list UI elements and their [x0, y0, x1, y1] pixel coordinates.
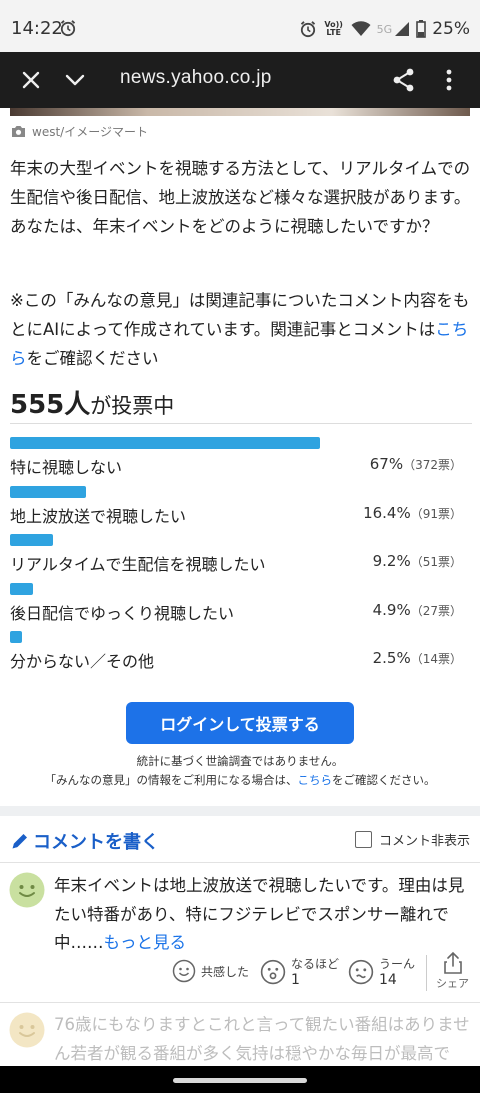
- status-icons: Vo)) LTE 5G 25%: [299, 17, 470, 41]
- article-image: [10, 108, 470, 116]
- more-vertical-icon[interactable]: [435, 66, 463, 94]
- browser-toolbar: news.yahoo.co.jp: [0, 52, 480, 108]
- poll-option-bar: [10, 437, 320, 449]
- poll-option-bar: [10, 486, 86, 498]
- empathy-button[interactable]: 共感した: [172, 959, 249, 983]
- note-text: ※この「みんなの意見」は関連記事についたコメント内容をもとにAIによって作成され…: [10, 291, 470, 339]
- empathy-label: 共感した: [201, 964, 250, 979]
- poll-usage-note: 「みんなの意見」の情報をご利用になる場合は、こちらをご確認ください。: [0, 772, 480, 788]
- alarm-icon: [300, 21, 315, 38]
- pencil-icon: [12, 834, 27, 849]
- insight-count: 1: [291, 972, 300, 988]
- poll-option-percent: 67%: [369, 455, 404, 473]
- smile-icon: [172, 959, 196, 983]
- comment-reactions: 共感した なるほど 1 うーん 14 シェア: [172, 951, 472, 995]
- poll-option-result: 4.9%（27票）: [373, 601, 462, 619]
- cell-signal-icon: [395, 22, 410, 36]
- poll-option[interactable]: 後日配信でゆっくり視聴したい 4.9%（27票）: [10, 583, 472, 627]
- poll-disclaimer: 統計に基づく世論調査ではありません。: [136, 754, 344, 768]
- comment-share-button[interactable]: シェア: [436, 951, 469, 991]
- system-nav-bar: [0, 1066, 480, 1093]
- poll-option-label: 分からない／その他: [10, 652, 155, 671]
- write-comment-button[interactable]: コメントを書く: [10, 828, 159, 854]
- hide-comments-checkbox[interactable]: [354, 831, 372, 848]
- poll-option-label: 後日配信でゆっくり視聴したい: [10, 604, 235, 623]
- poll-option-votes: （14票）: [410, 652, 462, 666]
- poll-option[interactable]: 分からない／その他 2.5%（14票）: [10, 631, 472, 675]
- smiley-avatar-icon: [9, 1012, 45, 1048]
- wifi-icon: [351, 21, 371, 36]
- divider: [10, 423, 472, 424]
- share-label: シェア: [436, 977, 469, 990]
- poll-option-percent: 4.9%: [372, 601, 411, 619]
- status-bar: 14:22 Vo)) LTE 5G 25%: [0, 0, 480, 56]
- comment-text: 76歳にもなりますとこれと言って観たい番組はありませ ん若者が観る番組が多く気持…: [54, 1015, 470, 1063]
- upload-share-icon: [443, 951, 462, 974]
- divider: [0, 862, 480, 863]
- poll-option-label: 地上波放送で視聴したい: [10, 507, 187, 526]
- poll-option[interactable]: 特に視聴しない 67%（372票）: [10, 437, 472, 481]
- article-note: ※この「みんなの意見」は関連記事についたコメント内容をもとにAIによって作成され…: [10, 286, 472, 373]
- vote-count: 555人が投票中: [10, 384, 174, 421]
- usage-note-link[interactable]: こちら: [298, 773, 333, 787]
- volte-indicator: Vo)) LTE: [324, 20, 343, 37]
- article-paragraph: 年末の大型イベントを視聴する方法として、リアルタイムでの生配信や後日配信、地上波…: [10, 159, 471, 236]
- smiley-avatar-icon: [9, 872, 45, 908]
- poll-option-votes: （372票）: [403, 458, 462, 472]
- status-time: 14:22: [11, 18, 63, 39]
- insight-button[interactable]: なるほど 1: [260, 955, 339, 988]
- poll-option-bar: [10, 583, 33, 595]
- usage-note-suffix: をご確認ください。: [332, 773, 436, 787]
- voter-suffix: が投票中: [90, 394, 175, 418]
- poll-option-label: 特に視聴しない: [10, 458, 123, 477]
- hmm-label: うーん: [379, 957, 416, 971]
- login-vote-button[interactable]: ログインして投票する: [126, 702, 354, 744]
- insight-label: なるほど: [291, 957, 340, 971]
- poll-option-result: 16.4%（91票）: [363, 504, 462, 522]
- photo-credit-text: west/イメージマート: [32, 125, 148, 139]
- poll-option-bar: [10, 631, 22, 643]
- poll-option-result: 9.2%（51票）: [373, 552, 462, 570]
- write-comment-label: コメントを書く: [33, 832, 159, 853]
- battery-icon: [416, 20, 427, 38]
- share-icon[interactable]: [390, 66, 418, 94]
- note-text-suffix: をご確認ください: [26, 349, 159, 368]
- divider: [0, 1002, 480, 1003]
- hmm-button[interactable]: うーん 14: [348, 955, 415, 988]
- network-5g-label: 5G: [376, 22, 393, 36]
- photo-credit: west/イメージマート: [11, 123, 148, 140]
- poll-option[interactable]: 地上波放送で視聴したい 16.4%（91票）: [10, 486, 472, 530]
- hide-comments-toggle[interactable]: コメント非表示: [354, 830, 470, 849]
- battery-percent: 25%: [432, 19, 470, 39]
- chevron-down-icon[interactable]: [61, 66, 89, 94]
- close-icon[interactable]: [17, 66, 45, 94]
- poll-option-result: 2.5%（14票）: [373, 649, 462, 667]
- poll-option-percent: 16.4%: [363, 504, 411, 522]
- section-separator: [0, 806, 480, 816]
- poll-option-percent: 2.5%: [372, 649, 411, 667]
- poll-option-percent: 9.2%: [372, 552, 411, 570]
- show-more-link[interactable]: もっと見る: [104, 933, 187, 952]
- poll-option-votes: （51票）: [410, 555, 462, 569]
- home-gesture-handle[interactable]: [173, 1078, 307, 1083]
- surprised-icon: [260, 959, 286, 984]
- hide-comments-label: コメント非表示: [378, 834, 470, 849]
- hmm-count: 14: [379, 972, 397, 988]
- poll-option-votes: （27票）: [410, 604, 462, 618]
- poll-option-label: リアルタイムで生配信を視聴したい: [10, 555, 266, 574]
- usage-note-text: 「みんなの意見」の情報をご利用になる場合は、: [44, 773, 298, 787]
- confused-icon: [348, 959, 374, 984]
- camera-icon: [12, 126, 25, 137]
- alarm-icon: [60, 20, 76, 37]
- comment-body: 年末イベントは地上波放送で視聴したいです。理由は見たい特番があり、特にフジテレビ…: [54, 872, 474, 958]
- poll-option-bar: [10, 534, 53, 546]
- poll-option[interactable]: リアルタイムで生配信を視聴したい 9.2%（51票）: [10, 534, 472, 578]
- poll-option-result: 67%（372票）: [370, 455, 462, 473]
- voter-count: 555人: [10, 390, 91, 420]
- poll-option-votes: （91票）: [410, 507, 462, 521]
- divider: [426, 955, 427, 991]
- url-text[interactable]: news.yahoo.co.jp: [120, 67, 272, 89]
